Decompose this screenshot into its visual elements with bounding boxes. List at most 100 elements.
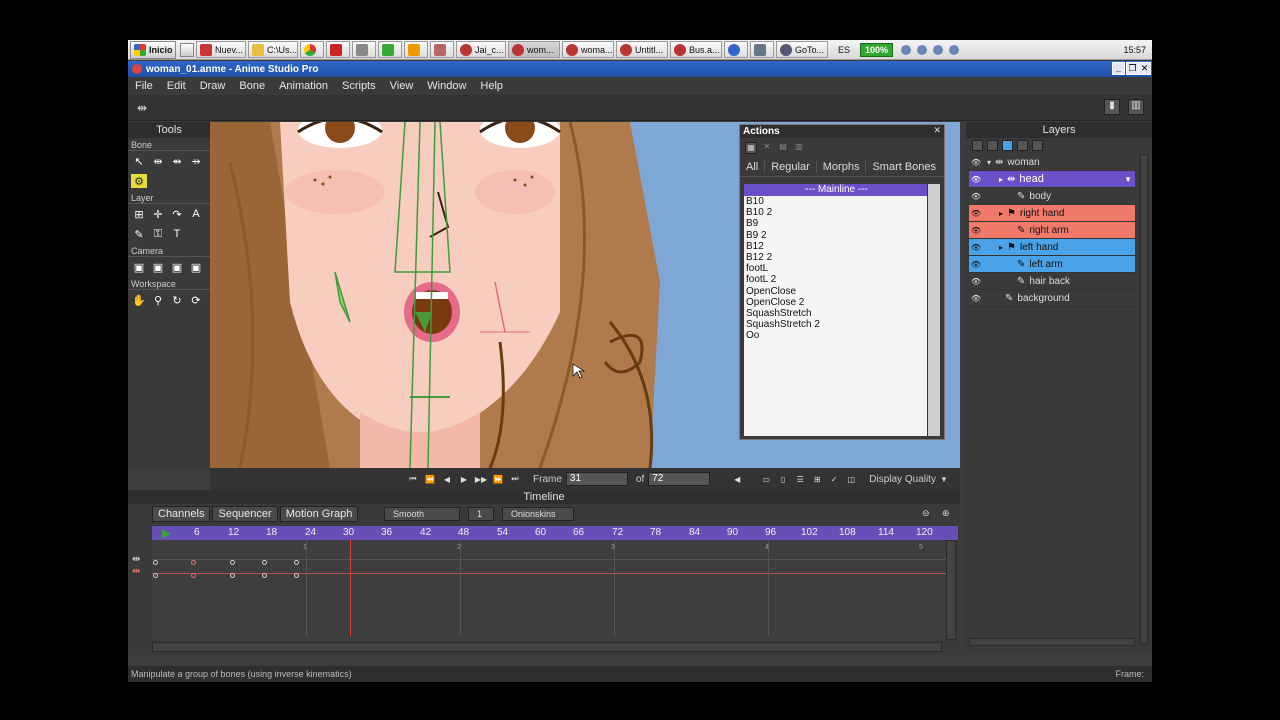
menu-help[interactable]: Help	[473, 80, 510, 92]
layer-row-left-hand[interactable]: 👁 ▸ ⚑ left hand	[969, 239, 1135, 256]
list-item-mainline[interactable]: --- Mainline ---	[744, 184, 927, 196]
list-item[interactable]: B10	[744, 196, 927, 207]
keyframe[interactable]	[191, 573, 196, 578]
list-item[interactable]: B12 2	[744, 252, 927, 263]
new-layer-icon[interactable]	[972, 139, 983, 151]
group-layer-icon[interactable]	[1032, 139, 1043, 151]
total-frames-input[interactable]: 72	[648, 472, 711, 486]
delete-action-icon[interactable]: ✕	[761, 142, 773, 154]
keyframe[interactable]	[294, 573, 299, 578]
taskbar-btn-6[interactable]	[378, 41, 402, 58]
delete-layer-icon[interactable]	[987, 139, 998, 151]
step-back-icon[interactable]: ⏪	[423, 473, 437, 485]
language-indicator[interactable]: ES	[838, 45, 850, 55]
frame-icon[interactable]: ◫	[844, 473, 858, 485]
step-forward-icon[interactable]: ⏩	[491, 473, 505, 485]
insert-action-icon[interactable]: ▥	[793, 142, 805, 154]
taskbar-btn-4[interactable]	[326, 41, 350, 58]
tab-sequencer[interactable]: Sequencer	[212, 506, 278, 522]
chevron-down-icon[interactable]: ▼	[1124, 175, 1132, 184]
timeline-scrollbar[interactable]	[152, 642, 942, 652]
battery-indicator[interactable]: 100%	[860, 42, 894, 57]
quicklaunch-icon[interactable]	[180, 42, 194, 57]
layer-settings-icon[interactable]	[1017, 139, 1028, 151]
menu-animation[interactable]: Animation	[272, 80, 335, 92]
text-icon[interactable]: A	[188, 207, 204, 221]
expand-icon[interactable]: ▸	[999, 175, 1003, 184]
list-item[interactable]: OpenClose 2	[744, 297, 927, 308]
interval-dropdown[interactable]: 1	[468, 507, 494, 521]
taskbar-btn-1[interactable]: Nuev...	[196, 41, 246, 58]
fast-forward-icon[interactable]: ⏭	[508, 473, 522, 485]
tab-channels[interactable]: Channels	[152, 506, 211, 522]
play-icon[interactable]: ▶	[457, 473, 471, 485]
expand-icon[interactable]: ▸	[999, 243, 1003, 252]
list-item[interactable]: B12	[744, 241, 927, 252]
hand-icon[interactable]: ✋	[131, 293, 147, 307]
keyframe[interactable]	[230, 573, 235, 578]
layer-row-right-hand[interactable]: 👁 ▸ ⚑ right hand	[969, 205, 1135, 222]
taskbar-btn-11[interactable]: woma...	[562, 41, 614, 58]
interpolation-dropdown[interactable]: Smooth	[384, 507, 460, 521]
expand-icon[interactable]: ▾	[987, 158, 991, 167]
layer-row-right-arm[interactable]: 👁 ✎ right arm	[969, 222, 1135, 239]
tab-smart-bones[interactable]: Smart Bones	[866, 161, 942, 173]
frame-ruler[interactable]: ▶ 6 12 18 24 30 36 42 48 54 60 66 72 78 …	[152, 526, 958, 540]
bone-layer-icon[interactable]: ⚿	[150, 227, 166, 241]
translate-bone-icon[interactable]: ⇹	[150, 154, 166, 168]
bone-tool-icon[interactable]: ⇹	[137, 101, 147, 115]
list-item[interactable]: B9	[744, 218, 927, 229]
keyframe[interactable]	[294, 560, 299, 565]
rotate-workspace-icon[interactable]: ↻	[169, 293, 185, 307]
type-icon[interactable]: T	[169, 227, 185, 241]
menu-window[interactable]: Window	[420, 80, 473, 92]
eye-icon[interactable]: 👁	[969, 277, 983, 286]
taskbar-btn-12[interactable]: Untitl...	[616, 41, 668, 58]
minimize-button[interactable]: _	[1112, 62, 1125, 75]
tab-all[interactable]: All	[740, 160, 766, 173]
view-split-icon[interactable]: ▯	[776, 473, 790, 485]
eye-icon[interactable]: 👁	[969, 260, 983, 269]
layer-row-head[interactable]: 👁 ▸ ⇹ head ▼	[969, 171, 1135, 188]
system-tray[interactable]	[901, 44, 960, 55]
expand-icon[interactable]: ▸	[999, 209, 1003, 218]
onionskins-dropdown[interactable]: Onionskins	[502, 507, 574, 521]
taskbar-btn-9[interactable]: Jai_c...	[456, 41, 506, 58]
arrow-left-icon[interactable]: ◀	[730, 473, 744, 485]
taskbar-btn-15[interactable]	[750, 41, 774, 58]
frame-input[interactable]: 31	[565, 472, 628, 486]
new-action-icon[interactable]: ▦	[745, 141, 757, 154]
set-origin-icon[interactable]: ⊞	[131, 207, 147, 221]
camera-pan-icon[interactable]: ▣	[188, 260, 204, 274]
tray-icon[interactable]	[933, 44, 944, 55]
list-item[interactable]: SquashStretch	[744, 308, 927, 319]
zoom-out-icon[interactable]: ⊖	[922, 508, 930, 519]
zoom-in-icon[interactable]: ⊕	[942, 508, 950, 519]
camera-track-icon[interactable]: ▣	[131, 260, 147, 274]
close-button[interactable]: ✕	[1138, 62, 1151, 75]
add-bone-icon[interactable]: ⇴	[169, 154, 185, 168]
keyframe[interactable]	[230, 560, 235, 565]
manipulate-bones-icon[interactable]: ⚙	[131, 174, 147, 188]
keyframe[interactable]	[191, 560, 196, 565]
taskbar-btn-8[interactable]	[430, 41, 454, 58]
view-horizontal-icon[interactable]: ☰	[793, 473, 807, 485]
keyframe[interactable]	[153, 560, 158, 565]
tab-morphs[interactable]: Morphs	[817, 160, 867, 173]
list-item[interactable]: B10 2	[744, 207, 927, 218]
zoom-icon[interactable]: ⚲	[150, 293, 166, 307]
eye-icon[interactable]: 👁	[969, 175, 983, 184]
view-quad-icon[interactable]: ⊞	[810, 473, 824, 485]
menu-file[interactable]: File	[128, 80, 160, 92]
menu-edit[interactable]: Edit	[160, 80, 193, 92]
list-item[interactable]: SquashStretch 2	[744, 319, 927, 330]
list-item[interactable]: Oo	[744, 330, 927, 341]
taskbar-btn-7[interactable]	[404, 41, 428, 58]
eye-icon[interactable]: 👁	[969, 243, 983, 252]
layer-row-woman[interactable]: 👁 ▾ ⇹ woman	[969, 154, 1135, 171]
channel-tracks[interactable]: 1 2 3 4 5	[152, 540, 952, 640]
keyframe[interactable]	[262, 560, 267, 565]
layers-scrollbar[interactable]	[1140, 154, 1148, 644]
next-frame-icon[interactable]: ▶▶	[474, 473, 488, 485]
library-icon[interactable]: ▥	[1128, 99, 1144, 115]
